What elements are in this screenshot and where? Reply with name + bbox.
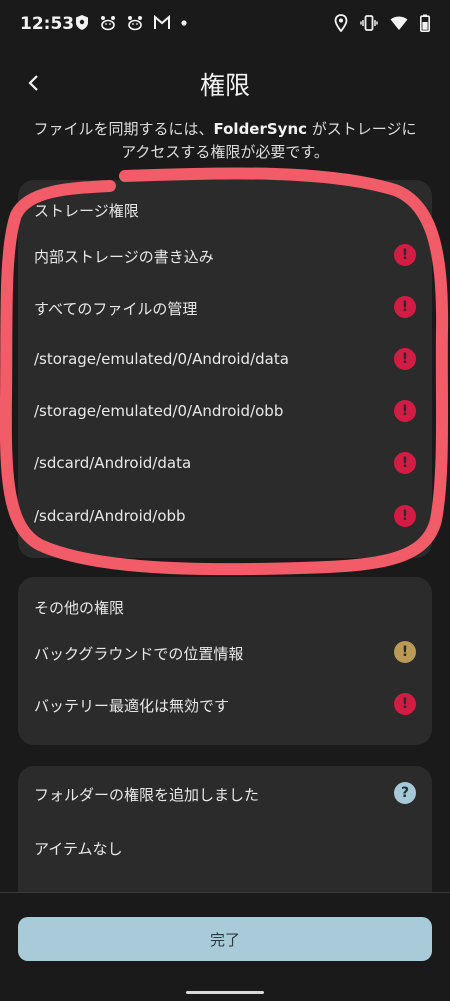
- permission-label: すべてのファイルの管理: [34, 300, 198, 318]
- folder-permissions-title: フォルダーの権限を追加しました: [34, 786, 260, 804]
- storage-permissions-card: ストレージ権限 内部ストレージの書き込み ! すべてのファイルの管理 ! /st…: [18, 180, 432, 558]
- other-permissions-title: その他の権限: [34, 599, 125, 617]
- permission-row-android-data[interactable]: /storage/emulated/0/Android/data !: [34, 344, 416, 374]
- permission-label: バッテリー最適化は無効です: [34, 697, 230, 715]
- error-icon[interactable]: !: [394, 505, 416, 527]
- subtitle-text-start: ファイルを同期するには、: [33, 120, 214, 138]
- done-button[interactable]: 完了: [18, 917, 432, 961]
- dot-icon: [181, 20, 187, 26]
- permission-label: /sdcard/Android/data: [34, 454, 192, 472]
- error-icon[interactable]: !: [394, 244, 416, 266]
- permission-row-sdcard-data[interactable]: /sdcard/Android/data !: [34, 448, 416, 478]
- error-icon[interactable]: !: [394, 452, 416, 474]
- gesture-nav-handle[interactable]: [186, 991, 264, 994]
- permission-row-background-location[interactable]: バックグラウンドでの位置情報 !: [34, 637, 416, 667]
- page-title: 権限: [199, 71, 250, 100]
- permission-label: バックグラウンドでの位置情報: [34, 645, 244, 663]
- shield-icon: [76, 15, 88, 30]
- permission-label: /sdcard/Android/obb: [34, 507, 186, 525]
- storage-permissions-title: ストレージ権限: [34, 202, 139, 220]
- other-permissions-card: その他の権限 バックグラウンドでの位置情報 ! バッテリー最適化は無効です !: [18, 577, 432, 745]
- permission-label: /storage/emulated/0/Android/obb: [34, 402, 284, 420]
- empty-state-text: アイテムなし: [34, 840, 123, 858]
- permission-label: /storage/emulated/0/Android/data: [34, 350, 289, 368]
- location-icon: [334, 14, 348, 32]
- permission-row-manage-all-files[interactable]: すべてのファイルの管理 !: [34, 292, 416, 322]
- notification-icons: [74, 14, 188, 31]
- permission-row-internal-storage-write[interactable]: 内部ストレージの書き込み !: [34, 240, 416, 270]
- bottom-bar: 完了: [0, 892, 450, 1001]
- wifi-icon: [390, 16, 408, 30]
- folder-permissions-header: フォルダーの権限を追加しました ?: [34, 778, 416, 808]
- gmail-icon: [154, 15, 170, 29]
- help-icon[interactable]: ?: [394, 782, 416, 804]
- error-icon[interactable]: !: [394, 693, 416, 715]
- battery-icon: [420, 14, 430, 32]
- permission-label: 内部ストレージの書き込み: [34, 248, 214, 266]
- app-name: FolderSync: [213, 120, 308, 138]
- system-icons: [334, 14, 430, 32]
- page-subtitle: ファイルを同期するには、FolderSync がストレージにアクセスする権限が必…: [30, 118, 420, 164]
- permission-row-sdcard-obb[interactable]: /sdcard/Android/obb !: [34, 501, 416, 531]
- vibrate-icon: [360, 15, 378, 31]
- error-icon[interactable]: !: [394, 296, 416, 318]
- permission-row-battery-optimization[interactable]: バッテリー最適化は無効です !: [34, 689, 416, 719]
- error-icon[interactable]: !: [394, 400, 416, 422]
- paw-icon: [101, 16, 115, 31]
- status-bar: 12:53: [0, 0, 450, 46]
- paw-icon: [128, 16, 142, 31]
- permission-row-android-obb[interactable]: /storage/emulated/0/Android/obb !: [34, 396, 416, 426]
- status-time: 12:53: [20, 14, 75, 34]
- error-icon[interactable]: !: [394, 348, 416, 370]
- warning-icon[interactable]: !: [394, 641, 416, 663]
